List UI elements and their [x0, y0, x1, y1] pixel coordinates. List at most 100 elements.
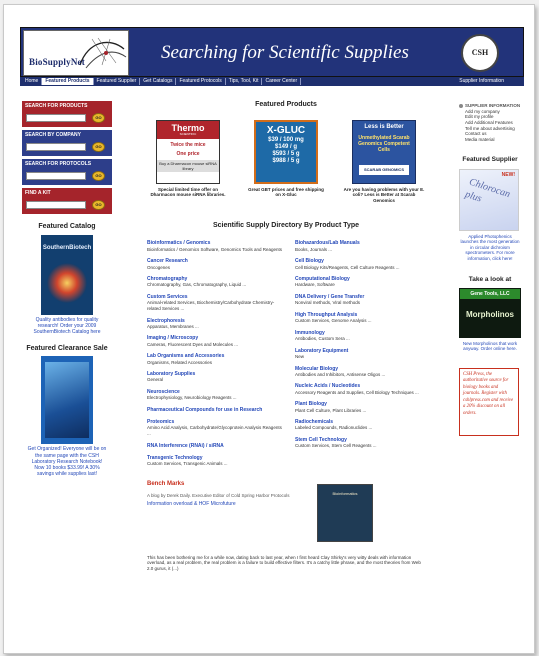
xgluc-brand: X-GLUC [266, 124, 306, 136]
search-company-box: SEARCH BY COMPANY GO [22, 130, 112, 156]
new-badge: NEW! [501, 171, 515, 178]
supplier-info-heading-text: SUPPLIER INFORMATION [465, 103, 521, 108]
directory-category: Transgenic Technology Custom Services, Tr… [147, 455, 283, 467]
featured-catalog-heading: Featured Catalog [38, 223, 96, 230]
main-nav: Home Featured Products Featured Supplier… [20, 77, 524, 86]
nav-supplier-information[interactable]: Supplier Information [456, 78, 524, 84]
directory-subcategories: Antibodies and Inhibitors, Antisense Oli… [295, 371, 386, 377]
scarab-badge: SCARAB GENOMICS [359, 164, 409, 175]
morpholinos-link[interactable]: New Morpholinos that work anyway. Order … [459, 341, 521, 352]
nav-get-catalogs[interactable]: Get Catalogs [140, 78, 177, 85]
info-add-features[interactable]: Add Additional Features [459, 120, 521, 126]
info-media[interactable]: Media material [459, 137, 521, 143]
directory-subcategories: Chromatography, Gas, Chromatography, Liq… [147, 282, 247, 288]
search-protocols-box: SEARCH FOR PROTOCOLS GO [22, 159, 112, 185]
benchmarks-byline: A blog by Derek Daily. Executive Editor … [147, 493, 290, 499]
featured-product-scarab: Less is Better Unmethylated Scarab Genom… [343, 119, 425, 204]
find-kit-input[interactable] [26, 201, 86, 209]
featured-supplier-link[interactable]: Applied Photophenics launches the most g… [459, 234, 521, 262]
directory-category-link[interactable]: Pharmaceutical Compounds for use in Rese… [147, 407, 283, 413]
featured-products-row: Thermo SCIENTIFIC Twice the mice One pri… [141, 119, 431, 204]
csh-seal-logo[interactable]: CSH [461, 34, 499, 72]
directory-category: Cancer Research Oncogenes [147, 258, 283, 270]
benchmarks-section: Bench Marks A blog by Derek Daily. Execu… [141, 481, 431, 576]
nav-featured-products[interactable]: Featured Products [42, 78, 94, 85]
xgluc-price-4: $988 / 5 g [272, 157, 300, 164]
directory-subcategories: Nonviral methods, Viral methods [295, 300, 360, 306]
csh-press-promo[interactable]: CSH Press, the authoritative source for … [459, 368, 519, 436]
thermo-caption[interactable]: Special limited time offer on Dharmacon … [147, 187, 229, 198]
directory-subcategories: Accessory Reagents and Supplies, Cell Bi… [295, 389, 419, 395]
directory-category: Biohazardous/Lab Manuals Books, Journals … [295, 240, 431, 252]
scarab-caption[interactable]: Are you having problems with your E. col… [343, 187, 425, 204]
page-frame: BioSupplyNet Searching for Scientific Su… [3, 4, 535, 654]
directory-category: Imaging / Microscopy Cameras, Fluorescent… [147, 335, 283, 347]
directory-subcategories: Antibodies, Custom Sera ... [295, 336, 350, 341]
directory-category: Laboratory Supplies General [147, 371, 283, 383]
directory-category-link[interactable]: RNA Interference (RNAi) / siRNA [147, 443, 283, 449]
directory-subcategories: Organisms, Related Accessories [147, 359, 213, 365]
search-company-label: SEARCH BY COMPANY [25, 132, 81, 138]
search-products-go-button[interactable]: GO [92, 113, 105, 123]
morpholinos-ad[interactable]: Gene Tools, LLC Morpholinos [459, 287, 521, 338]
nav-featured-protocols[interactable]: Featured Protocols [176, 78, 226, 85]
xgluc-caption[interactable]: Great GBT prices and free shipping on X-… [245, 187, 327, 198]
directory-category: Cell Biology Cell Biology Kits/Reagents, … [295, 258, 431, 270]
benchmarks-excerpt: This has been bothering me for a while n… [147, 554, 421, 571]
directory-category: Radiochemicals Labeled Compounds, Radionu… [295, 419, 431, 431]
supplier-info-block: SUPPLIER INFORMATION Add my company Edit… [459, 103, 521, 142]
header-banner: BioSupplyNet Searching for Scientific Su… [20, 27, 524, 77]
directory-subcategories: Labeled Compounds, Radionuclides ... [295, 425, 373, 431]
search-products-label: SEARCH FOR PRODUCTS [25, 103, 88, 109]
directory-subcategories: Bioinformatics / Genomics Software, Geno… [147, 246, 282, 252]
directory-subcategories: Plant Cell Culture, Plant Libraries ... [295, 407, 367, 413]
directory-subcategories: Custom Services, Transgenic Animals ... [147, 461, 228, 467]
find-kit-go-button[interactable]: GO [92, 200, 105, 210]
featured-products-heading: Featured Products [255, 101, 317, 108]
gene-tools-banner: Gene Tools, LLC [460, 288, 520, 299]
scarab-title: Less is Better [364, 123, 404, 130]
clearance-link[interactable]: Get Organized! Everyone will be on the s… [22, 446, 112, 477]
supplier-logo-text: Chlorocan plus [463, 176, 512, 204]
benchmarks-title[interactable]: Bench Marks [147, 481, 431, 489]
directory-category: Computational Biology Hardware, Software [295, 276, 431, 288]
search-company-go-button[interactable]: GO [92, 142, 105, 152]
nav-tips-tools[interactable]: Tips, Tool, Kit [226, 78, 263, 85]
logo-text: BioSupplyNet [29, 57, 85, 67]
site-logo[interactable]: BioSupplyNet [23, 30, 129, 76]
take-a-look-heading: Take a look at [468, 275, 512, 283]
find-kit-box: FIND A KIT GO [22, 188, 112, 214]
search-protocols-input[interactable] [26, 172, 86, 180]
scarab-subtitle: Unmethylated Scarab Genomics Competent C… [358, 135, 410, 154]
directory-category: Immunology Antibodies, Custom Sera ... [295, 330, 431, 342]
benchmarks-book-image[interactable]: Bioinformatics [317, 483, 373, 542]
directory-category: Nucleic Acids / Nucleotides Accessory Rea… [295, 383, 431, 395]
directory-subcategories: Electrophysiology, Neurobiology Reagents… [147, 395, 237, 401]
search-protocols-go-button[interactable]: GO [92, 171, 105, 181]
xgluc-ad-image[interactable]: X-GLUC $39 / 100 mg $149 / g $593 / 5 g … [254, 119, 318, 184]
nav-career-center[interactable]: Career Center [262, 78, 302, 85]
directory-category: High Throughput Analysis Custom Services,… [295, 312, 431, 324]
thermo-ad-image[interactable]: Thermo SCIENTIFIC Twice the mice One pri… [156, 119, 220, 184]
clearance-product-image[interactable] [41, 356, 93, 445]
catalog-cover-image[interactable]: SouthernBiotech [41, 234, 93, 315]
benchmarks-post-link[interactable]: Information overload & HOF Microfuture [147, 501, 307, 507]
supplier-info-heading: SUPPLIER INFORMATION [459, 103, 521, 109]
directory-category: Custom Services Animal-related Services, … [147, 294, 283, 312]
featured-supplier-heading: Featured Supplier [462, 156, 518, 164]
nav-home[interactable]: Home [22, 78, 43, 85]
directory-subcategories: Amino Acid Analysis, Carbohydrate/Glycop… [147, 425, 282, 436]
directory-columns: Bioinformatics / Genomics Bioinformatics … [141, 240, 431, 472]
directory-right-column: Biohazardous/Lab Manuals Books, Journals … [295, 240, 431, 472]
directory-subcategories: General [147, 377, 164, 383]
search-products-input[interactable] [26, 114, 86, 122]
scarab-ad-image[interactable]: Less is Better Unmethylated Scarab Genom… [352, 119, 416, 184]
search-protocols-label: SEARCH FOR PROTOCOLS [25, 161, 92, 167]
search-company-input[interactable] [26, 143, 86, 151]
nav-featured-supplier[interactable]: Featured Supplier [94, 78, 141, 85]
featured-supplier-image[interactable]: NEW! Chlorocan plus [459, 168, 519, 231]
directory-category: RNA Interference (RNAi) / siRNA [147, 443, 283, 449]
directory-subcategories: New [295, 353, 305, 359]
catalog-link[interactable]: Quality antibodies for quality research!… [22, 317, 112, 336]
thermo-line2: One price [176, 151, 200, 157]
